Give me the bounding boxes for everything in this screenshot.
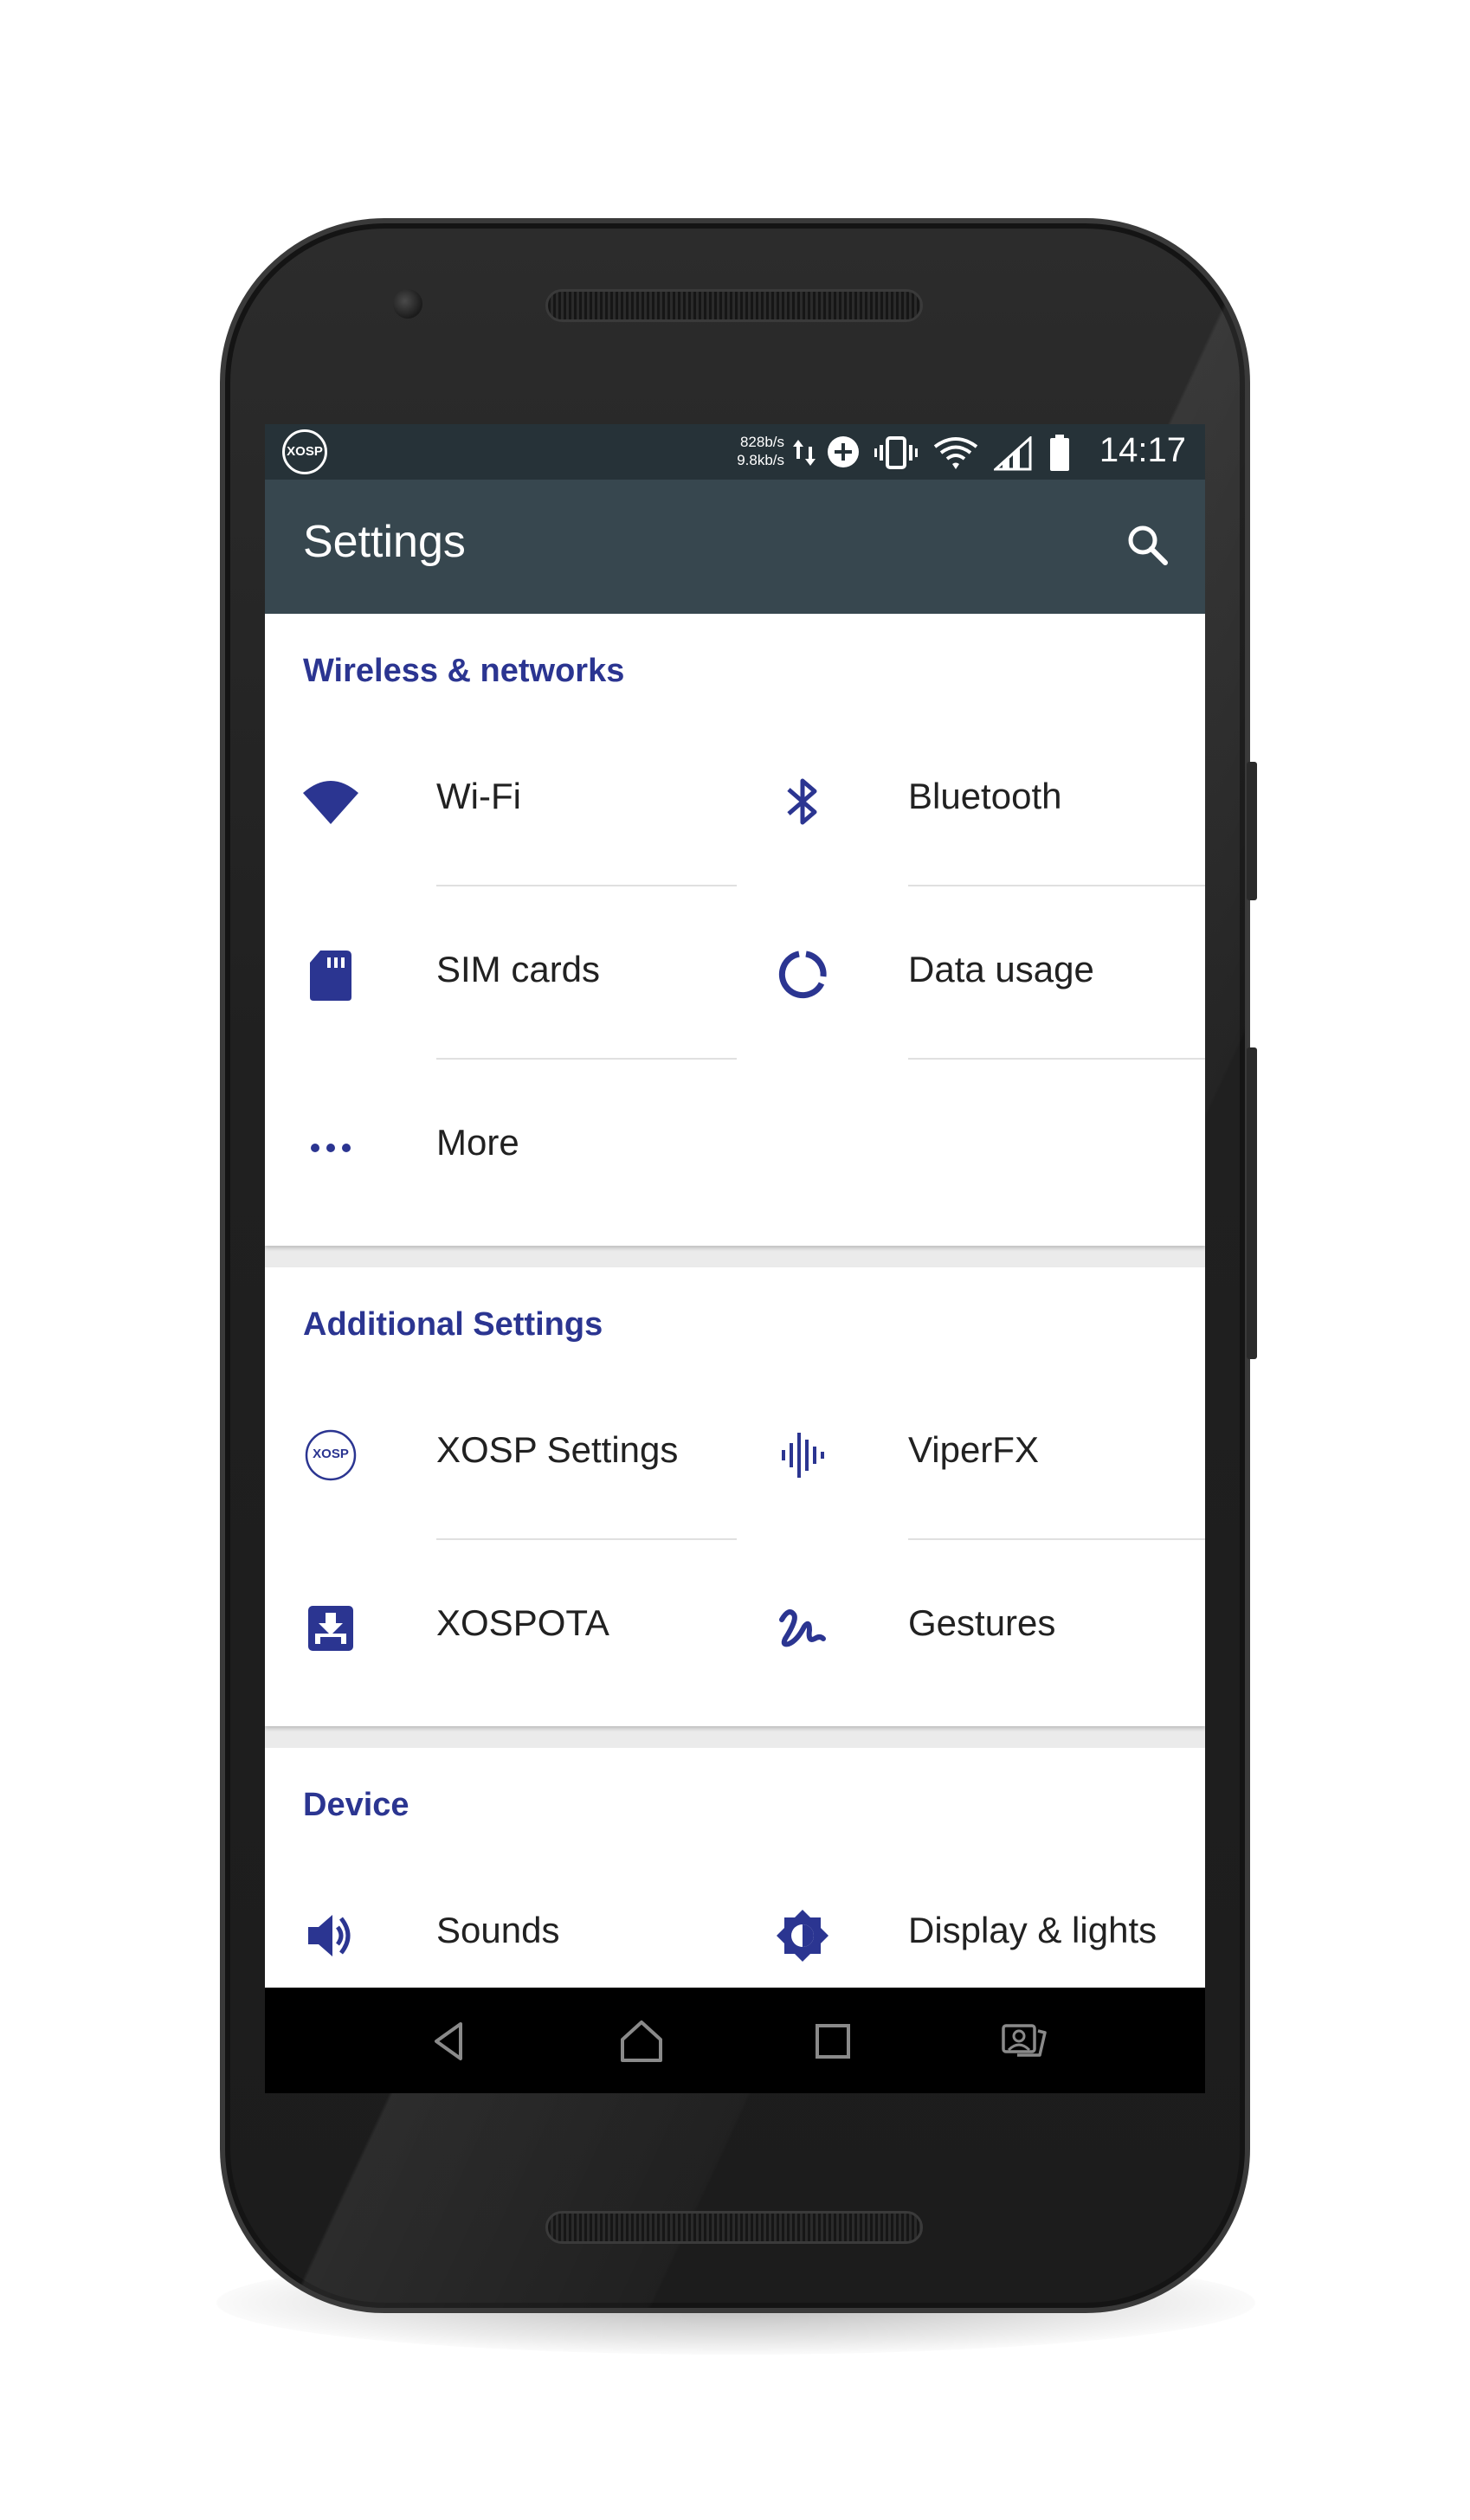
vibrate-icon <box>874 436 918 469</box>
xosp-logo-text: XOSP <box>313 1447 349 1461</box>
home-icon[interactable] <box>614 2014 669 2069</box>
divider <box>908 1058 1205 1060</box>
section-title-wireless: Wireless & networks <box>303 653 625 689</box>
tile-label: Display & lights <box>908 1910 1157 1950</box>
tile-sim-cards[interactable]: SIM cards <box>265 886 737 1060</box>
tile-label: Data usage <box>908 949 1094 989</box>
audio-wave-icon <box>782 1433 824 1478</box>
data-usage-icon <box>778 951 827 999</box>
section-wireless: Wireless & networks Wi-Fi Bluetooth SIM … <box>265 614 1205 1246</box>
tile-more[interactable]: More <box>265 1060 737 1233</box>
power-button <box>1247 762 1257 900</box>
netspeed-down: 9.8kb/s <box>737 452 784 468</box>
tile-label: Bluetooth <box>908 776 1062 816</box>
more-dots-icon <box>311 1144 351 1152</box>
status-bar: XOSP 828b/s 9.8kb/s 14:17 <box>265 424 1205 480</box>
download-box-icon <box>308 1606 353 1651</box>
top-speaker <box>545 289 923 322</box>
tile-xospota[interactable]: XOSPOTA <box>265 1540 737 1713</box>
wifi-signal-icon <box>933 437 978 469</box>
tile-label: Sounds <box>436 1910 560 1950</box>
gesture-icon <box>779 1609 826 1647</box>
tile-label: XOSPOTA <box>436 1602 609 1643</box>
tile-wifi[interactable]: Wi-Fi <box>265 713 737 886</box>
screen: XOSP 828b/s 9.8kb/s 14:17 Settings Wirel… <box>265 424 1205 2093</box>
app-bar: Settings <box>265 480 1205 614</box>
tile-bluetooth[interactable]: Bluetooth <box>737 713 1205 886</box>
add-circle-icon <box>828 436 859 467</box>
front-camera <box>393 289 422 319</box>
tile-label: XOSP Settings <box>436 1429 679 1470</box>
tile-label: ViperFX <box>908 1429 1039 1470</box>
section-title-additional: Additional Settings <box>303 1306 603 1343</box>
recents-icon[interactable] <box>805 2014 861 2069</box>
battery-icon <box>1050 435 1069 471</box>
search-icon[interactable] <box>1122 519 1174 571</box>
tile-gestures[interactable]: Gestures <box>737 1540 1205 1713</box>
bottom-speaker <box>545 2211 923 2244</box>
tile-label: More <box>436 1122 519 1163</box>
screen-pin-icon[interactable] <box>996 2014 1052 2069</box>
tile-label: Wi-Fi <box>436 776 521 816</box>
clock: 14:17 <box>1099 431 1186 469</box>
brightness-icon <box>777 1910 828 1962</box>
tile-label: SIM cards <box>436 949 601 989</box>
cell-signal-icon <box>994 436 1032 471</box>
netspeed-up: 828b/s <box>739 434 784 450</box>
data-arrows-icon <box>793 440 816 466</box>
navigation-bar <box>265 1988 1205 2093</box>
wifi-icon <box>303 781 358 824</box>
tile-label: Gestures <box>908 1602 1056 1643</box>
tile-data-usage[interactable]: Data usage <box>737 886 1205 1060</box>
volume-button <box>1247 1047 1257 1359</box>
page-title: Settings <box>303 517 466 567</box>
tile-viperfx[interactable]: ViperFX <box>737 1367 1205 1540</box>
bluetooth-icon <box>787 778 817 825</box>
section-title-device: Device <box>303 1787 409 1823</box>
volume-icon <box>308 1915 351 1956</box>
network-speed: 828b/s 9.8kb/s <box>715 433 784 469</box>
back-icon[interactable] <box>422 2014 478 2069</box>
section-additional: Additional Settings XOSP XOSP Settings V… <box>265 1267 1205 1726</box>
sim-card-icon <box>310 951 351 1001</box>
xosp-status-icon: XOSP <box>282 429 327 474</box>
tile-xosp-settings[interactable]: XOSP XOSP Settings <box>265 1367 737 1540</box>
